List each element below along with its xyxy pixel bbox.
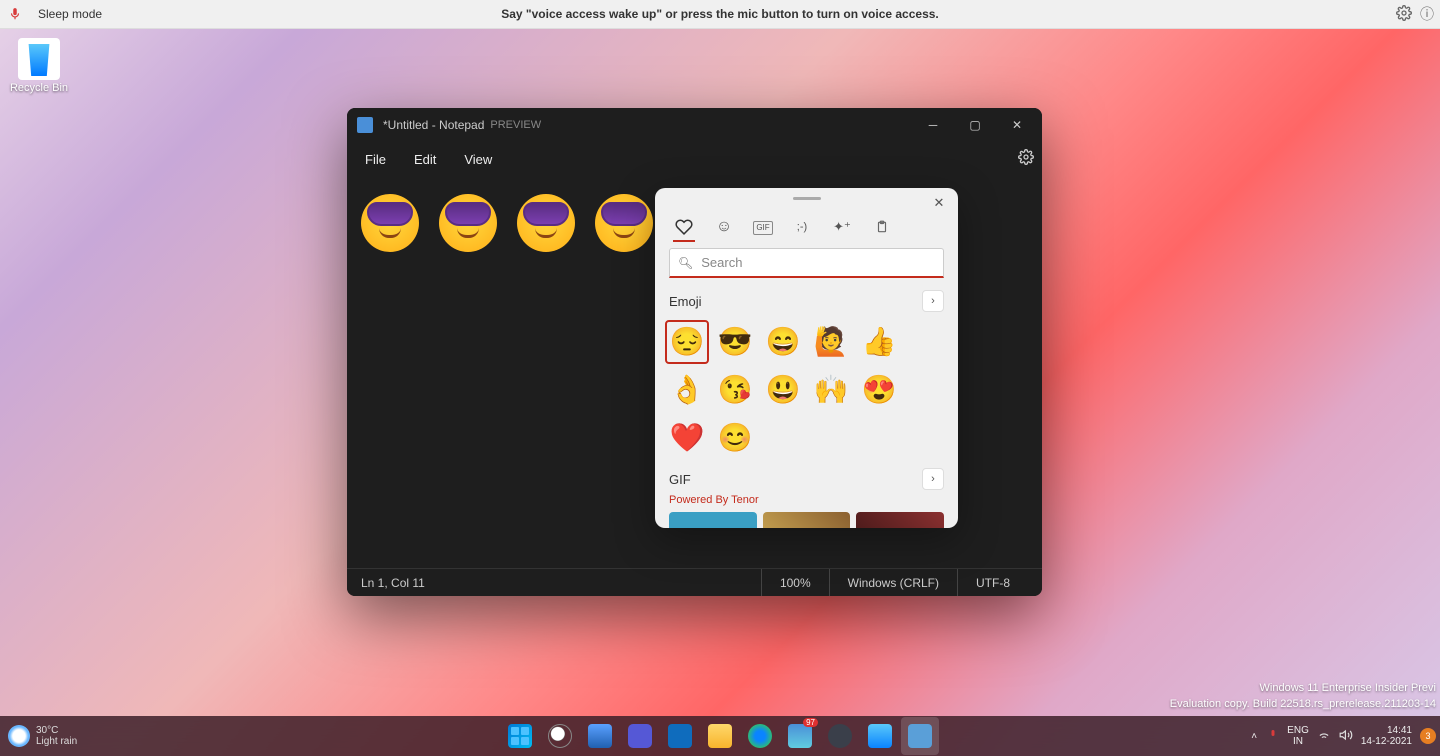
notification-badge[interactable]: 3: [1420, 728, 1436, 744]
gif-provider-text: Powered By Tenor: [655, 494, 958, 506]
store-badge: 97: [803, 718, 818, 727]
emoji-sunglasses[interactable]: 😎: [713, 320, 757, 364]
tab-gif[interactable]: GIF: [753, 221, 773, 235]
emoji-hand-raise[interactable]: 🙋: [809, 320, 853, 364]
gif-expand-button[interactable]: ›: [922, 468, 944, 490]
tab-emoji[interactable]: ☺: [713, 214, 735, 242]
weather-temp: 30°C: [36, 725, 77, 736]
notepad-settings-icon[interactable]: [1018, 149, 1034, 170]
editor-emoji: [439, 194, 497, 252]
voice-message-text: Say "voice access wake up" or press the …: [501, 7, 939, 21]
titlebar[interactable]: *Untitled - Notepad PREVIEW ─ ▢ ✕: [347, 108, 1042, 142]
settings-button[interactable]: [821, 717, 859, 755]
mail-button[interactable]: [661, 717, 699, 755]
search-placeholder: Search: [701, 255, 742, 270]
status-line-ending: Windows (CRLF): [829, 569, 957, 596]
emoji-smile-open[interactable]: 😃: [761, 368, 805, 412]
emoji-pensive[interactable]: 😔: [665, 320, 709, 364]
tab-clipboard[interactable]: [871, 214, 893, 242]
emoji-heart[interactable]: ❤️: [665, 416, 709, 460]
tray-volume-icon[interactable]: [1339, 728, 1353, 745]
menubar: File Edit View: [347, 142, 1042, 176]
search-icon: 🔍︎: [678, 256, 693, 270]
emoji-kiss[interactable]: 😘: [713, 368, 757, 412]
recycle-bin-label: Recycle Bin: [8, 82, 70, 94]
editor-emoji: [517, 194, 575, 252]
section-emoji-header: Emoji: [669, 294, 702, 309]
recycle-bin-icon: [18, 38, 60, 80]
tab-symbols[interactable]: ✦⁺: [831, 214, 853, 242]
store-button[interactable]: 97: [781, 717, 819, 755]
windows-watermark: Windows 11 Enterprise Insider Previ Eval…: [1170, 681, 1436, 712]
tray-wifi-icon[interactable]: [1317, 728, 1331, 745]
chat-button[interactable]: [621, 717, 659, 755]
start-button[interactable]: [501, 717, 539, 755]
emoji-blush[interactable]: 😊: [713, 416, 757, 460]
window-title: *Untitled - Notepad: [383, 118, 484, 132]
edge-button[interactable]: [741, 717, 779, 755]
emoji-raised-hands[interactable]: 🙌: [809, 368, 853, 412]
notepad-task-button[interactable]: [901, 717, 939, 755]
voice-help-icon[interactable]: ⓘ: [1420, 4, 1434, 24]
file-explorer-button[interactable]: [701, 717, 739, 755]
notepad-app-icon: [357, 117, 373, 133]
system-tray: ˄ ENG IN 14:41 14-12-2021 3: [1249, 725, 1436, 747]
editor-emoji: [361, 194, 419, 252]
statusbar: Ln 1, Col 11 100% Windows (CRLF) UTF-8: [347, 568, 1042, 596]
window-title-suffix: PREVIEW: [490, 119, 541, 131]
menu-file[interactable]: File: [355, 148, 396, 171]
weather-desc: Light rain: [36, 736, 77, 747]
taskview-button[interactable]: [581, 717, 619, 755]
voice-app-button[interactable]: [861, 717, 899, 755]
voice-settings-icon[interactable]: [1396, 5, 1412, 24]
gif-thumb[interactable]: [763, 512, 851, 528]
section-gif-header: GIF: [669, 472, 691, 487]
maximize-button[interactable]: ▢: [954, 110, 996, 140]
editor-emoji: [595, 194, 653, 252]
gif-thumb[interactable]: [669, 512, 757, 528]
tab-kaomoji[interactable]: ;-): [791, 214, 813, 242]
minimize-button[interactable]: ─: [912, 110, 954, 140]
voice-access-bar: Sleep mode Say "voice access wake up" or…: [0, 0, 1440, 29]
tray-overflow-icon[interactable]: ˄: [1249, 731, 1259, 742]
voice-status-text: Sleep mode: [38, 7, 102, 21]
gif-thumb[interactable]: [856, 512, 944, 528]
tray-language[interactable]: ENG IN: [1287, 725, 1309, 747]
taskbar-weather[interactable]: 30°C Light rain: [8, 725, 77, 747]
panel-tabs: ☺ GIF ;-) ✦⁺: [655, 208, 958, 248]
panel-drag-handle[interactable]: ✕: [655, 188, 958, 208]
search-input[interactable]: 🔍︎ Search: [669, 248, 944, 278]
emoji-thumbs-up[interactable]: 👍: [857, 320, 901, 364]
search-button[interactable]: [541, 717, 579, 755]
weather-icon: [8, 725, 30, 747]
menu-edit[interactable]: Edit: [404, 148, 446, 171]
emoji-grid: 😔 😎 😄 🙋 👍 👌 😘 😃 🙌 😍 ❤️ 😊: [655, 316, 958, 464]
panel-close-button[interactable]: ✕: [928, 192, 950, 214]
recycle-bin[interactable]: Recycle Bin: [8, 38, 70, 94]
taskbar: 30°C Light rain 97 ˄ ENG IN 14:41: [0, 716, 1440, 756]
tab-recent[interactable]: [673, 214, 695, 242]
tray-clock[interactable]: 14:41 14-12-2021: [1361, 725, 1412, 747]
emoji-grin[interactable]: 😄: [761, 320, 805, 364]
close-button[interactable]: ✕: [996, 110, 1038, 140]
emoji-ok-hand[interactable]: 👌: [665, 368, 709, 412]
emoji-panel: ✕ ☺ GIF ;-) ✦⁺ 🔍︎ Search Emoji › 😔 😎 😄 🙋…: [655, 188, 958, 528]
status-position: Ln 1, Col 11: [361, 576, 425, 590]
emoji-heart-eyes[interactable]: 😍: [857, 368, 901, 412]
emoji-expand-button[interactable]: ›: [922, 290, 944, 312]
tray-mic-icon[interactable]: [1267, 729, 1279, 744]
menu-view[interactable]: View: [454, 148, 502, 171]
mic-button[interactable]: [2, 1, 28, 27]
status-zoom[interactable]: 100%: [761, 569, 829, 596]
status-encoding: UTF-8: [957, 569, 1028, 596]
taskbar-apps: 97: [501, 717, 939, 755]
